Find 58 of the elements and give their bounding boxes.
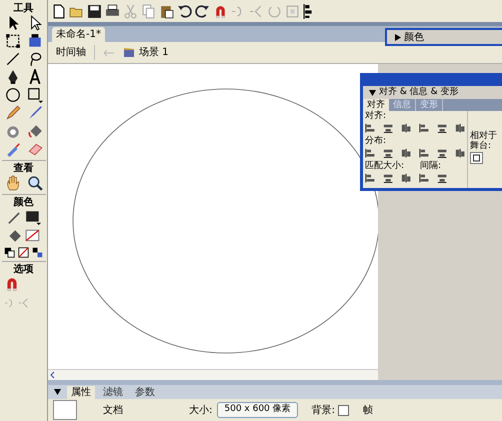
eyedropper-icon[interactable] [4, 141, 20, 157]
free-transform-icon[interactable] [4, 33, 20, 49]
panel-tab[interactable]: 对齐 [363, 99, 389, 111]
align-center-icon[interactable] [383, 123, 395, 135]
spacing-label: 间隔: [420, 161, 442, 172]
panel-tab[interactable]: 属性 [67, 386, 95, 398]
match-size-label: 匹配大小: [365, 161, 404, 172]
panel-title[interactable]: 颜色 [404, 30, 424, 44]
gradient-transform-icon[interactable] [26, 33, 42, 49]
scene-icon [123, 47, 135, 58]
toolbox-section-title: 颜色 [14, 196, 34, 209]
swap-colors-icon[interactable] [32, 247, 43, 258]
align-right-icon[interactable] [401, 123, 413, 135]
frame-rate-label: 帧 [363, 404, 374, 418]
pencil-icon[interactable] [4, 105, 20, 121]
save-icon[interactable] [87, 4, 102, 18]
redo-icon[interactable] [195, 4, 210, 18]
size-label: 大小: [189, 404, 212, 418]
print-icon[interactable] [105, 4, 120, 18]
panel-tab[interactable]: 滤镜 [99, 386, 127, 398]
expand-triangle-icon[interactable] [369, 90, 376, 96]
panel-tab[interactable]: 参数 [131, 386, 159, 398]
toolbox-section-title: 工具 [14, 2, 34, 15]
brush-icon[interactable] [26, 105, 42, 121]
oval-tool-icon[interactable] [4, 87, 20, 103]
document-label: 文档 [103, 404, 124, 418]
horizontal-scrollbar[interactable] [48, 369, 378, 380]
scroll-left-icon[interactable] [49, 371, 57, 379]
line-tool-icon[interactable] [4, 51, 20, 67]
toolbox-section-title: 查看 [14, 162, 34, 175]
expand-triangle-icon[interactable] [395, 34, 401, 40]
background-label: 背景: [312, 404, 336, 418]
rectangle-tool-icon[interactable] [26, 87, 42, 103]
fill-swatch-icon[interactable] [25, 228, 41, 244]
default-colors-icon[interactable] [4, 247, 15, 258]
document-tab[interactable]: 未命名-1* [52, 27, 105, 42]
eraser-icon[interactable] [26, 141, 42, 157]
expand-triangle-icon[interactable] [54, 389, 61, 395]
align-label: 对齐: [365, 111, 388, 122]
hand-tool-icon[interactable] [4, 175, 20, 191]
no-color-icon[interactable] [18, 247, 29, 258]
align-left-icon[interactable] [365, 123, 377, 135]
zoom-icon[interactable] [26, 175, 42, 191]
timeline-button[interactable]: 时间轴 [56, 45, 95, 60]
undo-icon[interactable] [177, 4, 192, 18]
toolbox-section-title: 选项 [14, 263, 34, 276]
distribute-label: 分布: [365, 136, 388, 147]
stage-toggle-icon[interactable] [470, 152, 483, 164]
new-file-icon[interactable] [51, 4, 66, 18]
size-button[interactable]: 500 x 600 像素 [217, 402, 298, 418]
background-color-swatch[interactable] [338, 404, 350, 416]
snap-magnet-icon[interactable] [213, 4, 228, 18]
text-tool-icon[interactable] [26, 69, 42, 85]
stroke-swatch-icon[interactable] [25, 209, 41, 225]
scene-label[interactable]: 场景 1 [139, 45, 169, 60]
relative-to-stage-label: 相对于舞台: [470, 131, 498, 151]
document-thumbnail [53, 400, 77, 420]
paste-icon[interactable] [159, 4, 174, 18]
